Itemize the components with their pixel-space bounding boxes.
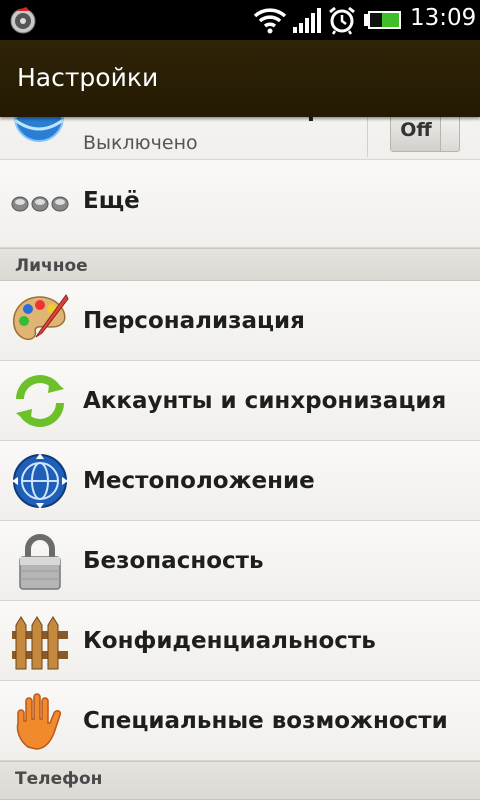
item-label: Безопасность [83, 548, 264, 574]
sync-icon [16, 375, 64, 427]
lock-icon [19, 534, 61, 590]
section-label: Личное [15, 256, 88, 276]
item-label: Специальные возможности [83, 708, 448, 734]
app-notification-icon [10, 7, 36, 34]
list-item-location[interactable]: Местоположение [0, 441, 480, 521]
alarm-icon [329, 6, 355, 35]
list-item-security[interactable]: Безопасность [0, 521, 480, 601]
item-label: Конфиденциальность [83, 628, 376, 654]
fence-icon [12, 616, 68, 670]
list-item-accessibility[interactable]: Специальные возможности [0, 681, 480, 761]
toggle-state-label: Off [400, 119, 432, 141]
mobile-data-toggle[interactable]: Off [390, 112, 460, 152]
item-label: Персонализация [83, 308, 305, 334]
signal-icon [293, 8, 321, 33]
location-globe-icon [12, 453, 68, 509]
wifi-icon [253, 8, 287, 34]
clock-time: 13:09 [410, 5, 477, 31]
page-title: Настройки [17, 63, 159, 92]
palette-icon [13, 294, 69, 341]
more-label: Ещё [83, 188, 140, 214]
settings-list: Мобильный интернет Выключено Off Ещё Лич… [0, 40, 480, 800]
app-header: Настройки [0, 40, 480, 117]
list-item-accounts-sync[interactable]: Аккаунты и синхронизация [0, 361, 480, 441]
list-item-personalization[interactable]: Персонализация [0, 281, 480, 361]
mobile-data-status: Выключено [83, 132, 198, 154]
item-label: Аккаунты и синхронизация [83, 388, 447, 414]
status-bar: 13:09 [0, 0, 480, 40]
section-header-phone: Телефон [0, 761, 480, 800]
toggle-knob: Off [391, 113, 441, 151]
item-label: Местоположение [83, 468, 315, 494]
more-dots-icon [11, 196, 69, 212]
list-item-privacy[interactable]: Конфиденциальность [0, 601, 480, 681]
section-header-personal: Личное [0, 248, 480, 281]
hand-icon [16, 693, 62, 750]
list-item-more[interactable]: Ещё [0, 160, 480, 248]
section-label: Телефон [15, 769, 103, 789]
battery-icon [364, 11, 401, 29]
